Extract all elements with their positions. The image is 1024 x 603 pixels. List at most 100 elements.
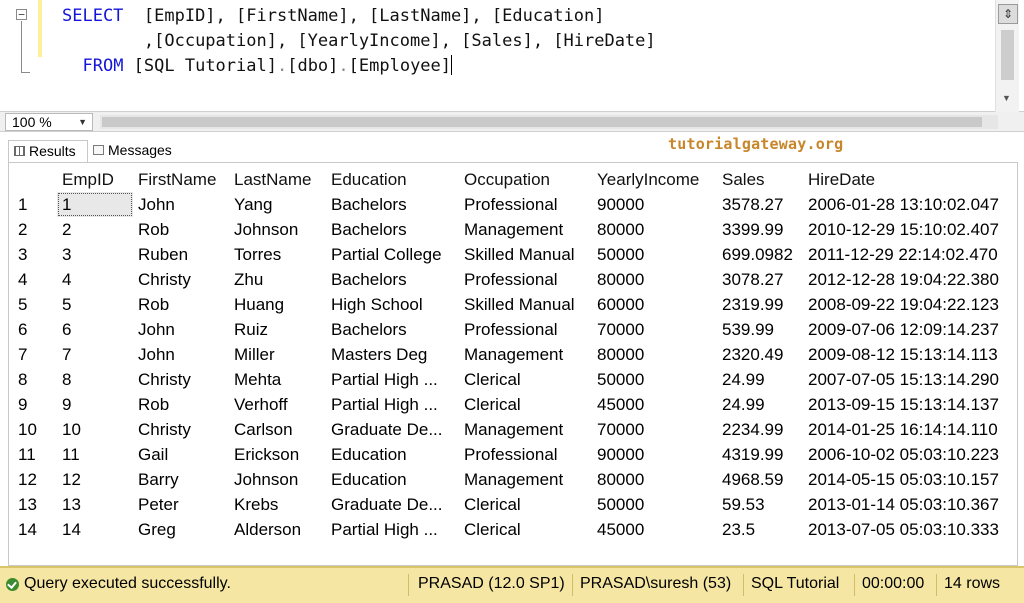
cell-sales[interactable]: 3578.27 [717, 192, 803, 217]
cell-empid[interactable]: 2 [57, 217, 133, 242]
cell-firstname[interactable]: Greg [133, 517, 229, 542]
cell-education[interactable]: Graduate De... [326, 492, 459, 517]
cell-occupation[interactable]: Professional [459, 442, 592, 467]
column-header-education[interactable]: Education [326, 167, 459, 192]
cell-education[interactable]: Bachelors [326, 317, 459, 342]
cell-yearlyincome[interactable]: 70000 [592, 317, 717, 342]
cell-occupation[interactable]: Professional [459, 317, 592, 342]
cell-lastname[interactable]: Verhoff [229, 392, 326, 417]
cell-sales[interactable]: 4968.59 [717, 467, 803, 492]
cell-lastname[interactable]: Mehta [229, 367, 326, 392]
tab-messages[interactable]: Messages [88, 140, 186, 162]
cell-empid[interactable]: 14 [57, 517, 133, 542]
cell-empid[interactable]: 7 [57, 342, 133, 367]
table-row[interactable]: 6 6 John Ruiz Bachelors Professional 70000 539.… [9, 317, 1013, 342]
cell-firstname[interactable]: Rob [133, 292, 229, 317]
cell-yearlyincome[interactable]: 80000 [592, 267, 717, 292]
cell-yearlyincome[interactable]: 50000 [592, 242, 717, 267]
scrollbar-thumb[interactable] [1001, 30, 1014, 80]
cell-empid[interactable]: 4 [57, 267, 133, 292]
cell-lastname[interactable]: Yang [229, 192, 326, 217]
row-number[interactable]: 4 [9, 267, 57, 292]
column-header-sales[interactable]: Sales [717, 167, 803, 192]
cell-hiredate[interactable]: 2012-12-28 19:04:22.380 [803, 267, 1013, 292]
cell-lastname[interactable]: Krebs [229, 492, 326, 517]
cell-lastname[interactable]: Erickson [229, 442, 326, 467]
cell-occupation[interactable]: Skilled Manual [459, 242, 592, 267]
cell-hiredate[interactable]: 2011-12-29 22:14:02.470 [803, 242, 1013, 267]
row-number[interactable]: 8 [9, 367, 57, 392]
cell-yearlyincome[interactable]: 70000 [592, 417, 717, 442]
cell-yearlyincome[interactable]: 45000 [592, 517, 717, 542]
cell-yearlyincome[interactable]: 90000 [592, 192, 717, 217]
editor-horizontal-scrollbar[interactable] [100, 115, 998, 129]
cell-firstname[interactable]: John [133, 192, 229, 217]
cell-firstname[interactable]: Christy [133, 367, 229, 392]
table-row[interactable]: 2 2 Rob Johnson Bachelors Management 80000 3399… [9, 217, 1013, 242]
zoom-dropdown[interactable]: 100 % ▼ [5, 113, 93, 131]
cell-yearlyincome[interactable]: 90000 [592, 442, 717, 467]
row-number[interactable]: 2 [9, 217, 57, 242]
cell-occupation[interactable]: Management [459, 417, 592, 442]
cell-education[interactable]: Bachelors [326, 267, 459, 292]
cell-sales[interactable]: 24.99 [717, 392, 803, 417]
cell-hiredate[interactable]: 2013-09-15 15:13:14.137 [803, 392, 1013, 417]
cell-education[interactable]: Graduate De... [326, 417, 459, 442]
cell-lastname[interactable]: Carlson [229, 417, 326, 442]
cell-yearlyincome[interactable]: 60000 [592, 292, 717, 317]
cell-sales[interactable]: 699.0982 [717, 242, 803, 267]
cell-yearlyincome[interactable]: 50000 [592, 367, 717, 392]
cell-hiredate[interactable]: 2006-10-02 05:03:10.223 [803, 442, 1013, 467]
row-number[interactable]: 9 [9, 392, 57, 417]
row-number[interactable]: 11 [9, 442, 57, 467]
cell-lastname[interactable]: Zhu [229, 267, 326, 292]
table-row[interactable]: 9 9 Rob Verhoff Partial High ... Clerical 4500… [9, 392, 1013, 417]
table-row[interactable]: 12 12 Barry Johnson Education Management 80000… [9, 467, 1013, 492]
cell-occupation[interactable]: Professional [459, 267, 592, 292]
cell-lastname[interactable]: Ruiz [229, 317, 326, 342]
cell-lastname[interactable]: Torres [229, 242, 326, 267]
code-line-2[interactable]: ,[Occupation], [YearlyIncome], [Sales], … [62, 29, 656, 53]
cell-hiredate[interactable]: 2007-07-05 15:13:14.290 [803, 367, 1013, 392]
cell-sales[interactable]: 4319.99 [717, 442, 803, 467]
cell-firstname[interactable]: Gail [133, 442, 229, 467]
cell-hiredate[interactable]: 2013-07-05 05:03:10.333 [803, 517, 1013, 542]
cell-hiredate[interactable]: 2009-08-12 15:13:14.113 [803, 342, 1013, 367]
table-row[interactable]: 5 5 Rob Huang High School Skilled Manual 60000… [9, 292, 1013, 317]
cell-education[interactable]: Education [326, 442, 459, 467]
cell-hiredate[interactable]: 2013-01-14 05:03:10.367 [803, 492, 1013, 517]
scroll-down-arrow-icon[interactable]: ▼ [1002, 93, 1011, 103]
results-grid[interactable]: EmpID FirstName LastName Education Occupatio… [8, 162, 1018, 566]
cell-education[interactable]: Masters Deg [326, 342, 459, 367]
cell-occupation[interactable]: Clerical [459, 392, 592, 417]
row-number[interactable]: 10 [9, 417, 57, 442]
cell-education[interactable]: Bachelors [326, 192, 459, 217]
cell-yearlyincome[interactable]: 80000 [592, 467, 717, 492]
row-header-corner[interactable] [9, 167, 57, 192]
row-number[interactable]: 12 [9, 467, 57, 492]
table-row[interactable]: 1 1 John Yang Bachelors Professional 90000 3578… [9, 192, 1013, 217]
cell-education[interactable]: Partial High ... [326, 392, 459, 417]
collapse-toggle-icon[interactable]: − [16, 9, 27, 20]
cell-lastname[interactable]: Johnson [229, 217, 326, 242]
cell-sales[interactable]: 24.99 [717, 367, 803, 392]
cell-education[interactable]: Partial High ... [326, 517, 459, 542]
cell-education[interactable]: Partial High ... [326, 367, 459, 392]
table-row[interactable]: 8 8 Christy Mehta Partial High ... Clerical 50… [9, 367, 1013, 392]
cell-lastname[interactable]: Alderson [229, 517, 326, 542]
row-number[interactable]: 7 [9, 342, 57, 367]
cell-hiredate[interactable]: 2014-01-25 16:14:14.110 [803, 417, 1013, 442]
query-editor[interactable]: − SELECT [EmpID], [FirstName], [LastName… [0, 0, 1024, 112]
code-line-1[interactable]: SELECT [EmpID], [FirstName], [LastName],… [62, 4, 604, 28]
row-number[interactable]: 5 [9, 292, 57, 317]
cell-firstname[interactable]: Christy [133, 267, 229, 292]
split-editor-icon[interactable]: ⇕ [998, 4, 1018, 24]
editor-vertical-scrollbar[interactable]: ⇕ ▼ [995, 0, 1019, 112]
cell-education[interactable]: Bachelors [326, 217, 459, 242]
table-row[interactable]: 7 7 John Miller Masters Deg Management 80000 23… [9, 342, 1013, 367]
column-header-yearlyincome[interactable]: YearlyIncome [592, 167, 717, 192]
cell-yearlyincome[interactable]: 80000 [592, 217, 717, 242]
cell-empid[interactable]: 5 [57, 292, 133, 317]
cell-empid[interactable]: 12 [57, 467, 133, 492]
column-header-hiredate[interactable]: HireDate [803, 167, 1013, 192]
